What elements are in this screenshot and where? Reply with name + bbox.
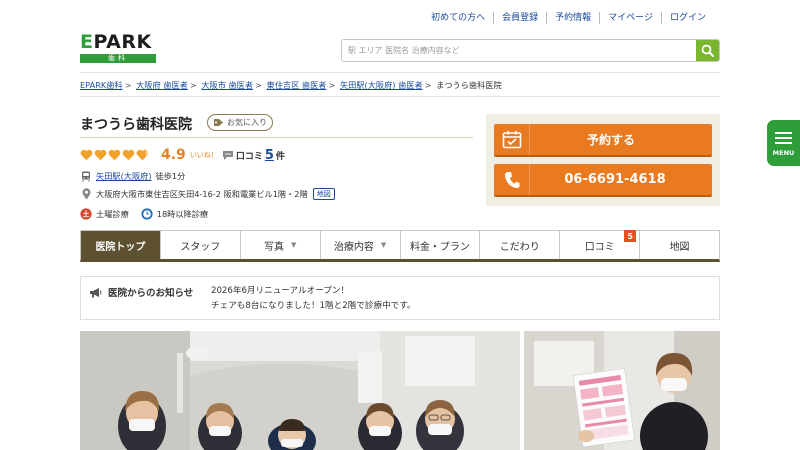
heart-icon [80, 149, 93, 161]
tab-staff[interactable]: スタッフ [159, 231, 240, 259]
rating-score: 4.9 [161, 147, 186, 163]
search-icon [701, 44, 714, 57]
address-row: 大阪府大阪市東住吉区矢田4-16-2 阪和電業ビル1階・2階 地図 [80, 187, 335, 201]
clinic-name: まつうら歯科医院 [80, 117, 192, 133]
notice-title: 医院からのお知らせ [108, 288, 194, 299]
logo-subtitle: 歯科 [80, 54, 156, 63]
feature-saturday: 土曜診療 [96, 209, 129, 219]
tab-reviews[interactable]: 口コミ 5 [559, 230, 640, 259]
clinic-photo-staff[interactable] [80, 331, 520, 450]
breadcrumb-link-yata-station[interactable]: 矢田駅(大阪府) 歯医者 [340, 80, 423, 90]
station-link[interactable]: 矢田駅(大阪府) [96, 170, 152, 182]
clinic-tabs: 医院トップ スタッフ 写真 ▼ 治療内容 ▼ 料金・プラン こだわり 口コミ 5 地図 [80, 230, 720, 262]
phone-button[interactable]: 06-6691-4618 [494, 164, 712, 197]
tab-treatment[interactable]: 治療内容 ▼ [319, 231, 400, 259]
review-unit: 件 [275, 151, 285, 162]
review-count-link[interactable]: 5 [265, 148, 274, 163]
saturday-icon: 土 [80, 208, 92, 220]
heart-icon [108, 149, 121, 161]
feature-evening: 18時以降診療 [156, 209, 209, 219]
calendar-icon [502, 131, 521, 149]
clinic-notice: 医院からのお知らせ 2026年6月リニューアルオープン！ チェアも8台になりまし… [80, 276, 720, 320]
tab-photos[interactable]: 写真 ▼ [239, 231, 320, 259]
heart-half-icon [136, 149, 149, 161]
tab-map[interactable]: 地図 [639, 231, 719, 259]
phone-number: 06-6691-4618 [564, 172, 666, 187]
search-input[interactable] [342, 40, 698, 61]
reserve-label: 予約する [586, 133, 635, 147]
logo-wordmark: EPARK [80, 31, 152, 53]
caret-down-icon: ▼ [290, 241, 297, 249]
breadcrumb-link-osaka-pref[interactable]: 大阪府 歯医者 [136, 80, 188, 90]
link-first-time[interactable]: 初めての方へ [423, 12, 493, 24]
tag-icon [214, 119, 223, 126]
rating-hearts [80, 149, 149, 161]
clinic-photo-consultation[interactable] [524, 331, 720, 450]
phone-icon [504, 171, 519, 188]
caret-down-icon: ▼ [380, 241, 387, 249]
breadcrumb-link-higashisumiyoshi[interactable]: 東住吉区 歯医者 [267, 80, 327, 90]
header-top-links: 初めての方へ 会員登録 予約情報 マイページ ログイン [423, 12, 714, 24]
clock-icon [141, 208, 153, 220]
breadcrumb: EPARK歯科 > 大阪府 歯医者 > 大阪市 歯医者 > 東住吉区 歯医者 > 矢田駅… [80, 80, 502, 90]
hamburger-icon [775, 129, 792, 147]
favorite-button[interactable]: お気に入り [207, 114, 273, 131]
divider [80, 72, 720, 73]
rating-iine: いいね！ [189, 151, 218, 159]
search-box [341, 39, 720, 62]
link-mypage[interactable]: マイページ [599, 12, 661, 24]
epark-logo[interactable]: EPARK 歯科 [80, 33, 158, 65]
review-label: 口コミ [235, 151, 263, 162]
booking-panel: 予約する 06-6691-4618 [486, 114, 720, 206]
side-menu-button[interactable]: MENU [767, 120, 800, 166]
divider [80, 96, 720, 97]
review-count-badge: 5 [624, 230, 637, 242]
station-row: 矢田駅(大阪府) 徒歩1分 [80, 169, 185, 183]
rating-row: 4.9 いいね！ 口コミ 5 件 [80, 147, 285, 163]
heart-icon [94, 149, 107, 161]
tab-clinic-top[interactable]: 医院トップ [81, 231, 160, 259]
tab-pricing[interactable]: 料金・プラン [399, 231, 480, 259]
favorite-label: お気に入り [227, 118, 267, 127]
breadcrumb-link-epark[interactable]: EPARK歯科 [80, 80, 123, 90]
notice-text: 2026年6月リニューアルオープン！ チェアも8台になりました！1階と2階で診療… [211, 284, 416, 314]
search-button[interactable] [696, 40, 719, 61]
link-register[interactable]: 会員登録 [493, 12, 546, 24]
link-login[interactable]: ログイン [660, 12, 714, 24]
notice-line: 2026年6月リニューアルオープン！ [211, 286, 350, 296]
tab-kodawari[interactable]: こだわり [479, 231, 560, 259]
station-walk: 徒歩1分 [155, 171, 186, 181]
feature-row: 土 土曜診療 18時以降診療 [80, 207, 208, 221]
megaphone-icon [90, 287, 102, 297]
staff-photo-image [80, 331, 520, 450]
map-pin-icon [82, 188, 90, 200]
reserve-button[interactable]: 予約する [494, 124, 712, 157]
svg-text:土: 土 [83, 210, 90, 219]
consultation-photo-image [524, 331, 720, 450]
link-reservation-info[interactable]: 予約情報 [546, 12, 599, 24]
heart-icon [122, 149, 135, 161]
side-menu-label: MENU [772, 149, 795, 157]
breadcrumb-link-osaka-city[interactable]: 大阪市 歯医者 [201, 80, 253, 90]
address-text: 大阪府大阪市東住吉区矢田4-16-2 阪和電業ビル1階・2階 [96, 189, 308, 199]
speech-bubble-icon [222, 150, 233, 160]
breadcrumb-current: まつうら歯科医院 [436, 80, 502, 90]
map-link[interactable]: 地図 [312, 188, 335, 200]
train-icon [82, 171, 90, 182]
notice-line: チェアも8台になりました！1階と2階で診療中です。 [211, 301, 416, 311]
divider [80, 137, 473, 138]
